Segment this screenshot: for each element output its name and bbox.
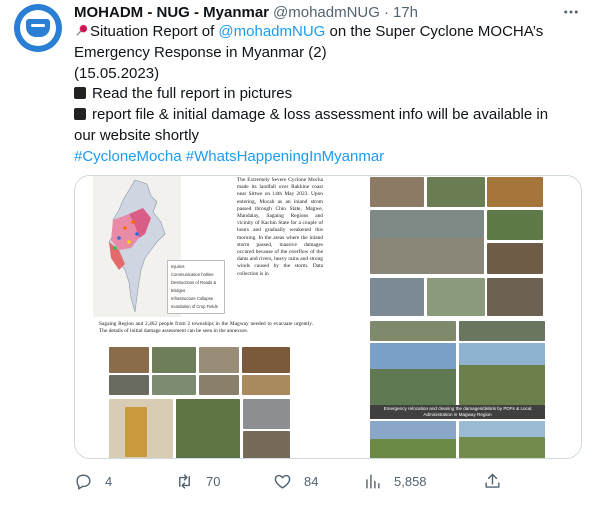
user-handle[interactable]: @mohadmNUG	[273, 4, 380, 21]
text-line-4: Read the full report in pictures	[74, 84, 584, 105]
legend-item: Communication hotline	[171, 272, 214, 277]
display-name[interactable]: MOHADM - NUG - Myanmar	[74, 4, 269, 21]
text-situation-report: Situation Report of	[90, 23, 219, 40]
hashtag-cyclonemocha[interactable]: #CycloneMocha	[74, 148, 182, 165]
report-paragraph-2: Sagaing Region and 2,462 people from 2 t…	[99, 321, 313, 335]
more-icon[interactable]	[560, 2, 582, 22]
tweet[interactable]: MOHADM - NUG - Myanmar @mohadmNUG · 17h …	[0, 0, 593, 515]
media-grid: Injuries Communication hotline Destructi…	[74, 175, 582, 459]
mention-link[interactable]: @mohadmNUG	[218, 23, 325, 40]
report-image-3[interactable]: Sagaing Region and 2,462 people from 2 t…	[75, 319, 328, 458]
legend-item: Inundation of Crop Fields	[171, 304, 218, 309]
reply-icon	[76, 473, 91, 489]
text-line-2: Emergency Response in Myanmar (2)	[74, 43, 327, 61]
reply-button[interactable]: 4	[74, 466, 112, 496]
text-line-3: (15.05.2023)	[74, 64, 160, 82]
share-icon	[485, 473, 500, 488]
retweet-icon	[179, 473, 190, 489]
report-image-4[interactable]: Emergency relocation and clearing the da…	[330, 319, 581, 458]
retweet-count: 70	[206, 473, 221, 489]
views-icon	[366, 473, 380, 489]
text-line-6: our website shortly	[74, 126, 200, 144]
like-button[interactable]: 84	[273, 466, 318, 496]
share-button[interactable]	[483, 466, 502, 496]
retweet-button[interactable]: 70	[175, 466, 220, 496]
tweet-header: MOHADM - NUG - Myanmar @mohadmNUG · 17h	[74, 2, 418, 22]
text-read-report: Read the full report in pictures	[92, 85, 293, 103]
like-count: 84	[304, 473, 319, 489]
tweet-actions: 4 70 84 5,858	[74, 466, 582, 496]
hashtag-whatshappeninginmyanmar[interactable]: #WhatsHappeningInMyanmar	[186, 148, 384, 165]
reply-count: 4	[105, 473, 113, 489]
heart-icon	[274, 474, 291, 489]
text-line-1: Situation Report of @mohadmNUG on the Su…	[74, 21, 584, 43]
mohadm-logo	[20, 10, 56, 46]
text-line-5: report file & initial damage & loss asse…	[74, 105, 584, 126]
avatar[interactable]	[14, 4, 62, 52]
report-image-2[interactable]	[330, 176, 581, 317]
pushpin-icon	[74, 23, 89, 38]
tweet-text: Situation Report of @mohadmNUG on the Su…	[74, 21, 584, 168]
separator-dot: ·	[383, 3, 389, 21]
timestamp[interactable]: 17h	[393, 4, 418, 21]
legend-item: Destructions of Roads & Bridges	[171, 280, 217, 293]
report-paragraph: The Extremely Severe Cyclone Mocha made …	[237, 177, 323, 277]
map-legend: Injuries Communication hotline Destructi…	[167, 260, 225, 314]
black-square-icon	[74, 108, 86, 121]
text-line-hashtags: #CycloneMocha #WhatsHappeningInMyanmar	[74, 147, 584, 168]
black-square-icon	[74, 87, 86, 100]
report-image-1[interactable]: Injuries Communication hotline Destructi…	[75, 176, 328, 317]
views-button[interactable]: 5,858	[363, 466, 427, 496]
text-report-file: report file & initial damage & loss asse…	[92, 106, 549, 124]
legend-item: Infrastructure Collapse	[171, 296, 214, 301]
views-count: 5,858	[394, 473, 427, 489]
image-caption: Emergency relocation and clearing the da…	[370, 405, 545, 419]
legend-item: Injuries	[171, 264, 185, 269]
text-cyclone-title: on the Super Cyclone MOCHA’s	[325, 23, 544, 40]
